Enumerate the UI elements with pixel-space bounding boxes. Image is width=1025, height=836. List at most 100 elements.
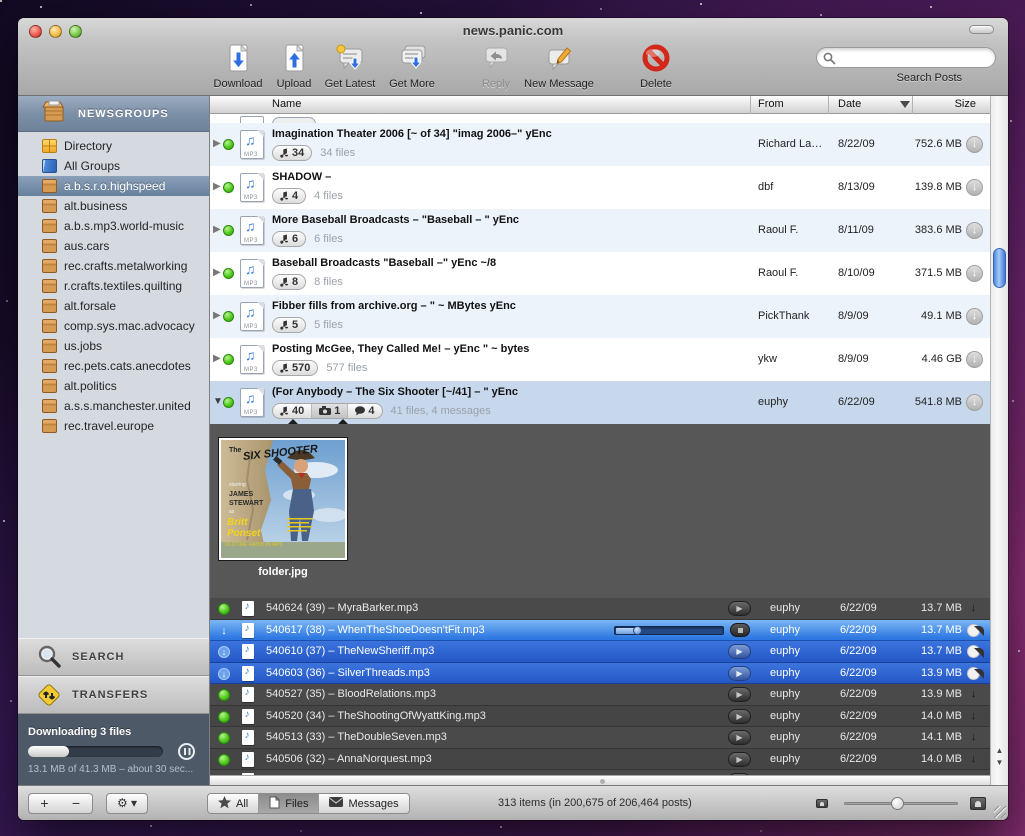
- disclosure-triangle-icon[interactable]: ▶: [213, 267, 221, 278]
- play-file-button[interactable]: ▶: [728, 666, 751, 681]
- sidebar-newsgroup-item[interactable]: comp.sys.mac.advocacy: [18, 316, 209, 336]
- get-more-button[interactable]: Get More: [375, 42, 449, 90]
- sidebar-newsgroup-item[interactable]: rec.pets.cats.anecdotes: [18, 356, 209, 376]
- action-menu-button[interactable]: ⚙ ▾: [106, 793, 148, 814]
- newsgroup-label: comp.sys.mac.advocacy: [64, 319, 195, 333]
- sidebar-newsgroup-item[interactable]: a.s.s.manchester.united: [18, 396, 209, 416]
- scrollbar-arrows[interactable]: ▲▼: [991, 745, 1008, 771]
- download-thread-button[interactable]: ↓: [966, 265, 983, 282]
- new-message-icon: [522, 42, 596, 76]
- play-file-button[interactable]: ▶: [728, 709, 751, 724]
- vertical-scrollbar-thumb[interactable]: [993, 248, 1006, 288]
- sidebar-newsgroup-item[interactable]: a.b.s.r.o.highspeed: [18, 176, 209, 196]
- play-file-button[interactable]: ▶: [728, 644, 751, 659]
- mp3-file-icon: [240, 302, 264, 331]
- sidebar-newsgroup-item[interactable]: alt.business: [18, 196, 209, 216]
- column-header-name[interactable]: Name: [272, 98, 301, 110]
- file-row[interactable]: 540527 (35) – BloodRelations.mp3 ▶ euphy…: [210, 684, 990, 706]
- sidebar-newsgroup-item[interactable]: us.jobs: [18, 336, 209, 356]
- newsgroup-icon: [42, 279, 57, 293]
- column-divider: [828, 96, 829, 114]
- transfers-section-header[interactable]: TRANSFERS: [18, 676, 209, 714]
- file-row[interactable]: 540506 (32) – AnnaNorquest.mp3 ▶ euphy 6…: [210, 749, 990, 771]
- thread-row[interactable]: ▶ Baseball Broadcasts "Baseball –" yEnc …: [210, 252, 990, 295]
- sidebar-newsgroup-item[interactable]: alt.forsale: [18, 296, 209, 316]
- pause-transfers-button[interactable]: [178, 743, 195, 760]
- filter-segment[interactable]: Messages: [318, 794, 408, 813]
- sidebar-newsgroup-item[interactable]: aus.cars: [18, 236, 209, 256]
- sidebar-newsgroup-item[interactable]: a.b.s.mp3.world-music: [18, 216, 209, 236]
- disclosure-triangle-icon[interactable]: ▶: [213, 353, 221, 364]
- file-row[interactable]: 540513 (33) – TheDoubleSeven.mp3 ▶ euphy…: [210, 727, 990, 749]
- play-file-button[interactable]: ▶: [728, 687, 751, 702]
- sidebar-newsgroup-item[interactable]: r.crafts.textiles.quilting: [18, 276, 209, 296]
- newsgroups-header[interactable]: NEWSGROUPS: [18, 96, 209, 132]
- file-name: 540513 (33) – TheDoubleSeven.mp3: [266, 731, 447, 743]
- sidebar-newsgroup-item[interactable]: rec.travel.europe: [18, 416, 209, 436]
- attachment-thumbnail[interactable]: The SIX SHOOTER starring JAMES STEWART a…: [218, 437, 348, 561]
- disclosure-triangle-icon[interactable]: ▶: [213, 181, 221, 192]
- search-input[interactable]: [839, 50, 989, 62]
- download-thread-button[interactable]: ↓: [966, 308, 983, 325]
- filter-segment[interactable]: Files: [258, 794, 318, 813]
- play-file-button[interactable]: ▶: [728, 752, 751, 767]
- file-row[interactable]: 540624 (39) – MyraBarker.mp3 ▶ euphy 6/2…: [210, 598, 990, 620]
- file-date: 6/22/09: [840, 645, 877, 657]
- delete-button[interactable]: Delete: [619, 42, 693, 90]
- sidebar-newsgroup-item[interactable]: Directory: [18, 136, 209, 156]
- column-header-from[interactable]: From: [758, 98, 784, 110]
- thread-row[interactable]: ▶ Fibber fills from archive.org – " ~ MB…: [210, 295, 990, 338]
- music-count-badge: 4: [273, 189, 305, 203]
- slider-knob[interactable]: [891, 797, 904, 810]
- thread-row[interactable]: ▶ More Baseball Broadcasts – "Baseball –…: [210, 209, 990, 252]
- disclosure-triangle-icon[interactable]: ▶: [213, 310, 221, 321]
- download-thread-button[interactable]: ↓: [966, 136, 983, 153]
- play-file-button[interactable]: ▶: [728, 601, 751, 616]
- sidebar-newsgroup-item[interactable]: rec.crafts.metalworking: [18, 256, 209, 276]
- stop-playback-button[interactable]: [730, 623, 750, 637]
- newsgroups-list: Directory All Groups a.b.s.r.o.highspeed…: [18, 136, 209, 436]
- file-from: euphy: [770, 688, 800, 700]
- add-group-button[interactable]: +: [28, 793, 61, 814]
- thread-size: 383.6 MB: [915, 224, 962, 236]
- thread-row[interactable]: ▶ Posting McGee, They Called Me! – yEnc …: [210, 338, 990, 381]
- search-section-header[interactable]: SEARCH: [18, 638, 209, 676]
- thread-files-summary: 34 files: [320, 147, 355, 159]
- remove-group-button[interactable]: −: [60, 793, 93, 814]
- download-thread-button[interactable]: ↓: [966, 351, 983, 368]
- playback-seek-slider[interactable]: [614, 626, 724, 635]
- mp3-file-icon: [240, 388, 264, 417]
- sidebar-newsgroup-item[interactable]: All Groups: [18, 156, 209, 176]
- disclosure-triangle-icon[interactable]: ▶: [213, 138, 221, 149]
- thread-date: 6/22/09: [838, 396, 875, 408]
- resize-grip[interactable]: [994, 806, 1006, 818]
- download-thread-button[interactable]: ↓: [966, 179, 983, 196]
- file-row[interactable]: ↓ 540617 (38) – WhenTheShoeDoesn'tFit.mp…: [210, 620, 990, 642]
- sidebar-newsgroup-item[interactable]: alt.politics: [18, 376, 209, 396]
- thread-row[interactable]: ▼ (For Anybody – The Six Shooter [~/41] …: [210, 381, 990, 424]
- download-thread-button[interactable]: ↓: [966, 222, 983, 239]
- disclosure-triangle-icon[interactable]: ▶: [213, 224, 221, 235]
- horizontal-scrollbar[interactable]: [210, 775, 990, 785]
- sidebar: NEWSGROUPS Directory All Groups a.b.s.r.…: [18, 96, 210, 785]
- file-row[interactable]: ↓ 540603 (36) – SilverThreads.mp3 ▶ euph…: [210, 663, 990, 685]
- seek-knob[interactable]: [633, 626, 642, 635]
- filter-segment[interactable]: All: [208, 794, 258, 813]
- thumbnail-size-slider[interactable]: [816, 797, 986, 810]
- column-header-size[interactable]: Size: [955, 98, 976, 110]
- new-message-button[interactable]: New Message: [522, 42, 596, 90]
- download-thread-button[interactable]: ↓: [966, 394, 983, 411]
- newsgroup-label: rec.pets.cats.anecdotes: [64, 359, 191, 373]
- disclosure-triangle-icon[interactable]: ▼: [213, 396, 223, 407]
- search-field[interactable]: [816, 47, 996, 68]
- thread-row[interactable]: ▶ Imagination Theater 2006 [~ of 34] "im…: [210, 123, 990, 166]
- vertical-scrollbar[interactable]: ▲▼: [990, 96, 1008, 785]
- partial-thread-row[interactable]: [210, 114, 990, 123]
- file-row[interactable]: 540520 (34) – TheShootingOfWyattKing.mp3…: [210, 706, 990, 728]
- file-row[interactable]: ↓ 540610 (37) – TheNewSheriff.mp3 ▶ euph…: [210, 641, 990, 663]
- play-file-button[interactable]: ▶: [728, 730, 751, 745]
- column-header-date[interactable]: Date: [838, 98, 861, 110]
- thread-row[interactable]: ▶ SHADOW – 4 4 files dbf 8/13/09 139.8 M…: [210, 166, 990, 209]
- toolbar-toggle-button[interactable]: [969, 25, 994, 34]
- thread-files-summary: 8 files: [314, 276, 343, 288]
